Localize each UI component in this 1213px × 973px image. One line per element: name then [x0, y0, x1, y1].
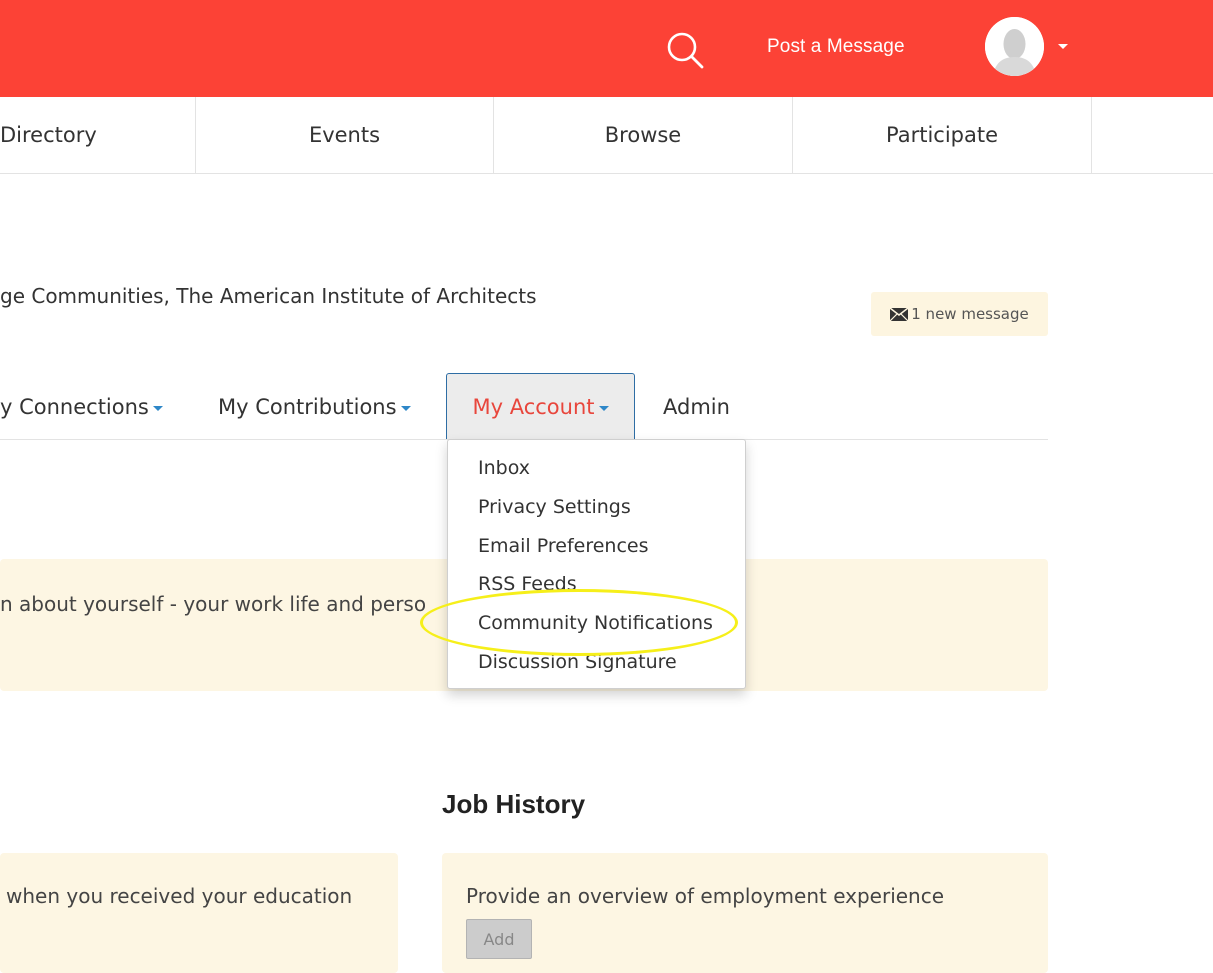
chevron-down-icon [400, 405, 411, 411]
envelope-icon [890, 307, 909, 321]
job-history-text: Provide an overview of employment experi… [466, 884, 945, 908]
profile-organizations: ge Communities, The American Institute o… [0, 284, 537, 308]
chevron-down-icon[interactable] [1058, 44, 1068, 49]
job-history-panel: Provide an overview of employment experi… [442, 853, 1048, 973]
about-panel-text: n about yourself - your work life and pe… [0, 592, 427, 616]
nav-item-label: Browse [604, 123, 682, 147]
nav-item-browse[interactable]: Browse [494, 97, 793, 173]
avatar[interactable] [985, 17, 1044, 76]
chevron-down-icon [152, 405, 163, 411]
nav-item-events[interactable]: Events [196, 97, 494, 173]
tab-label: y Connections [0, 394, 149, 419]
main-nav: Directory Events Browse Participate [0, 97, 1213, 174]
nav-item-label: Directory [0, 123, 97, 147]
tab-my-connections[interactable]: y Connections [0, 373, 163, 440]
menu-item-inbox[interactable]: Inbox [478, 457, 530, 479]
education-panel: when you received your education [0, 853, 398, 973]
tab-label: Admin [663, 394, 730, 419]
top-header: Post a Message [0, 0, 1213, 97]
tab-my-contributions[interactable]: My Contributions [218, 373, 411, 440]
menu-item-email-preferences[interactable]: Email Preferences [478, 535, 649, 557]
job-history-title: Job History [442, 789, 586, 819]
post-message-link[interactable]: Post a Message [767, 36, 905, 58]
new-message-label: 1 new message [911, 305, 1029, 323]
nav-item-label: Events [308, 123, 381, 147]
tab-label: My Account [472, 395, 595, 419]
tab-label: My Contributions [218, 394, 397, 419]
nav-item-label: Participate [885, 123, 999, 147]
tab-admin[interactable]: Admin [663, 373, 730, 440]
add-job-button[interactable]: Add [466, 919, 532, 959]
search-icon[interactable] [665, 30, 705, 70]
nav-item-participate[interactable]: Participate [793, 97, 1092, 173]
tab-my-account[interactable]: My Account [446, 373, 635, 440]
menu-item-privacy-settings[interactable]: Privacy Settings [478, 496, 631, 518]
new-message-badge[interactable]: 1 new message [871, 292, 1048, 336]
education-panel-text: when you received your education [6, 884, 353, 908]
avatar-icon [985, 17, 1044, 76]
highlight-annotation [420, 589, 738, 656]
chevron-down-icon [598, 406, 609, 411]
nav-item-directory[interactable]: Directory [0, 97, 196, 173]
profile-tabs: y Connections My Contributions My Accoun… [0, 373, 1048, 440]
